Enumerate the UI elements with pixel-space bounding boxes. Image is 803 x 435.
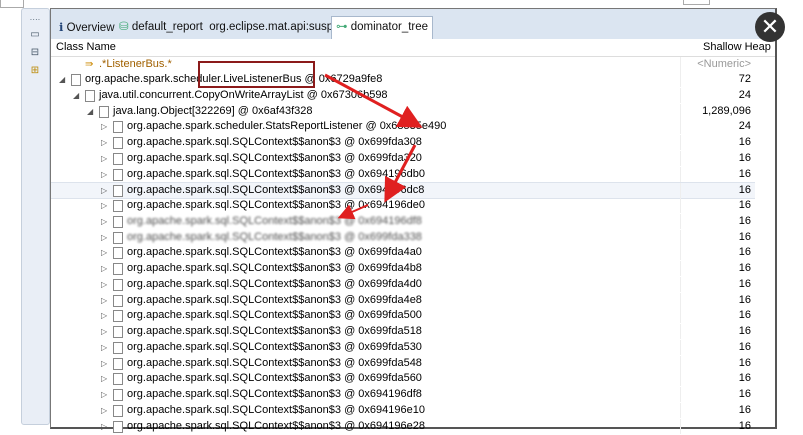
close-button[interactable]: ✕ [755,12,785,42]
annotation-arrows [324,73,423,220]
arrow [384,144,417,203]
arrow [324,73,423,128]
close-icon: ✕ [760,14,780,39]
arrow [337,204,369,220]
